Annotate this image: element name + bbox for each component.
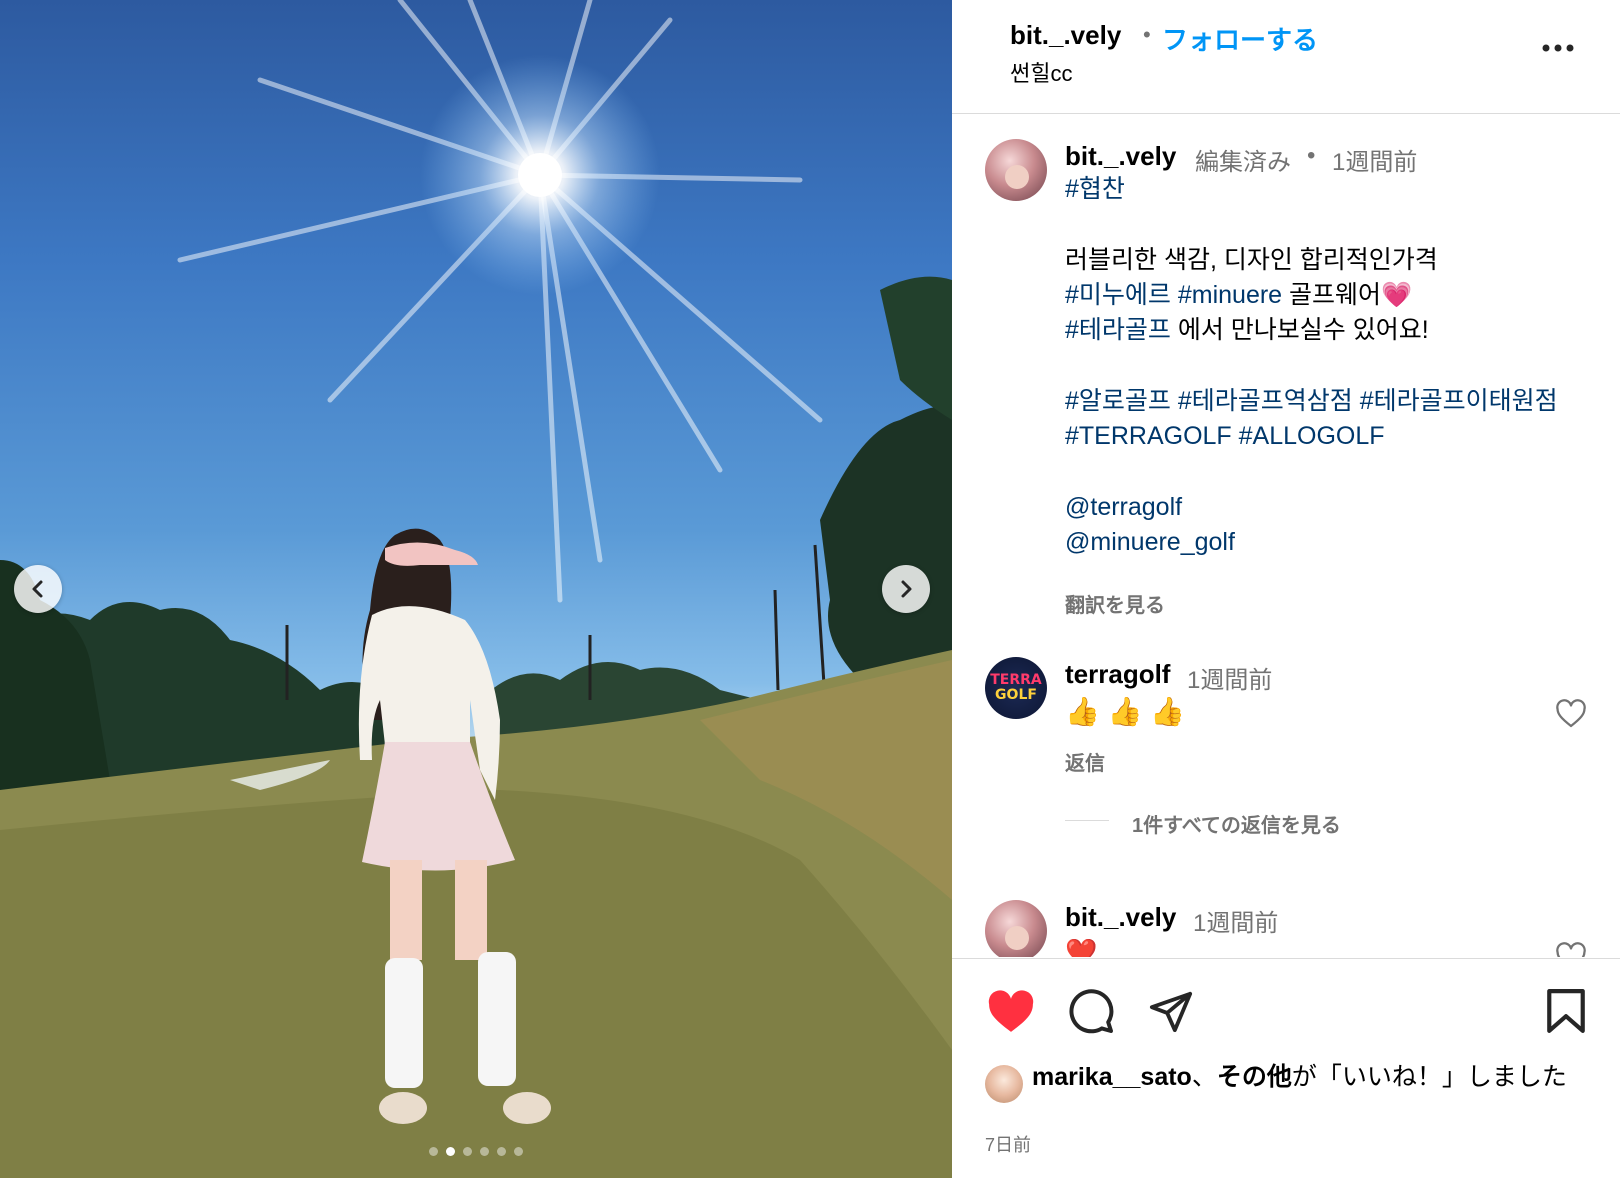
slide-dot [497,1147,506,1156]
slide-dot [429,1147,438,1156]
slide-dot [463,1147,472,1156]
like-button[interactable] [985,985,1037,1037]
comments-section: bit._.vely 編集済み • 1週間前 #협찬 러블리한 색감, 디자인 … [952,115,1620,957]
follow-button[interactable]: フォローする [1162,20,1318,57]
mention-link[interactable]: @minuere_golf [1065,528,1235,556]
view-replies-link[interactable]: 1件すべての返信を見る [1132,809,1341,838]
liker-avatar[interactable] [985,1065,1023,1103]
comment-like-button[interactable] [1554,940,1588,957]
paper-plane-icon [1149,991,1193,1033]
reply-button[interactable]: 返信 [1065,747,1105,776]
commenter-avatar[interactable] [985,900,1047,957]
comment-time[interactable]: 1週間前 [1193,903,1278,938]
caption-author-avatar[interactable] [985,139,1047,201]
location-link[interactable]: 썬힐cc [1010,56,1072,88]
meta-separator: • [1307,142,1316,169]
header-separator: • [1143,22,1151,47]
more-dots-icon [1542,44,1574,52]
golf-course-scene [0,0,952,1178]
comment-text: 👍 👍 👍 [1065,696,1186,727]
comment-username[interactable]: terragolf [1065,659,1170,690]
comment-like-button[interactable] [1554,697,1588,731]
slide-dot [446,1147,455,1156]
likes-suffix: が「いいね！」しました [1291,1063,1567,1091]
avatar-logo-text: TERRA [990,672,1042,688]
see-translation-link[interactable]: 翻訳を見る [1065,589,1165,618]
post-actions: marika__sato、その他が「いいね！」しました 7日前 [952,958,1620,1178]
post-date[interactable]: 7日前 [985,1131,1031,1157]
comment-text: ❤️ [1065,937,1098,957]
comment-time[interactable]: 1週間前 [1187,660,1272,695]
comment-username[interactable]: bit._.vely [1065,902,1176,933]
save-button[interactable] [1540,985,1592,1037]
hashtag-group[interactable]: #TERRAGOLF #ALLOGOLF [1065,422,1385,450]
heart-outline-icon [1556,699,1586,728]
heart-outline-icon [1556,942,1586,957]
likes-summary: marika__sato、その他が「いいね！」しました [1032,1059,1592,1095]
next-slide-button[interactable] [882,565,930,613]
mention-link[interactable]: @terragolf [1065,493,1182,521]
slide-dot [514,1147,523,1156]
hashtag-link[interactable]: #테라골프 [1065,316,1171,344]
caption-line: 러블리한 색감, 디자인 합리적인가격 [1065,246,1438,274]
caption-username[interactable]: bit._.vely [1065,141,1176,172]
avatar-logo-text: GOLF [995,687,1037,703]
hashtag-link[interactable]: #미누에르 [1065,281,1171,309]
caption-text: #협찬 러블리한 색감, 디자인 합리적인가격 #미누에르 #minuere 골… [1065,172,1585,560]
liker-username[interactable]: marika__sato [1032,1063,1192,1091]
hashtag-link[interactable]: #협찬 [1065,175,1125,203]
comment-button[interactable] [1065,985,1117,1037]
likes-joiner: 、 [1191,1063,1217,1091]
others-link[interactable]: その他 [1217,1063,1292,1091]
bookmark-icon [1547,989,1585,1033]
hashtag-group[interactable]: #알로골프 #테라골프역삼점 #테라골프이태원점 [1065,387,1558,415]
post-photo [0,0,952,1178]
comment-bubble-icon [1069,989,1114,1034]
caption-line: 골프웨어💗 [1289,281,1413,309]
replies-divider [1065,820,1109,821]
commenter-avatar[interactable]: TERRA GOLF [985,657,1047,719]
previous-slide-button[interactable] [14,565,62,613]
more-options-button[interactable] [1538,28,1578,68]
chevron-left-icon [32,580,43,598]
slide-indicator [0,1147,952,1156]
share-button[interactable] [1145,985,1197,1037]
post-header: bit._.vely • フォローする 썬힐cc [952,0,1620,114]
header-username[interactable]: bit._.vely [1010,20,1121,51]
post-detail-panel: bit._.vely • フォローする 썬힐cc bit._.vely 編集済み… [952,0,1620,1178]
caption-line: 에서 만나보실수 있어요! [1177,316,1429,344]
hashtag-link[interactable]: #minuere [1178,281,1282,309]
heart-filled-icon [988,990,1034,1032]
chevron-right-icon [901,580,912,598]
slide-dot [480,1147,489,1156]
